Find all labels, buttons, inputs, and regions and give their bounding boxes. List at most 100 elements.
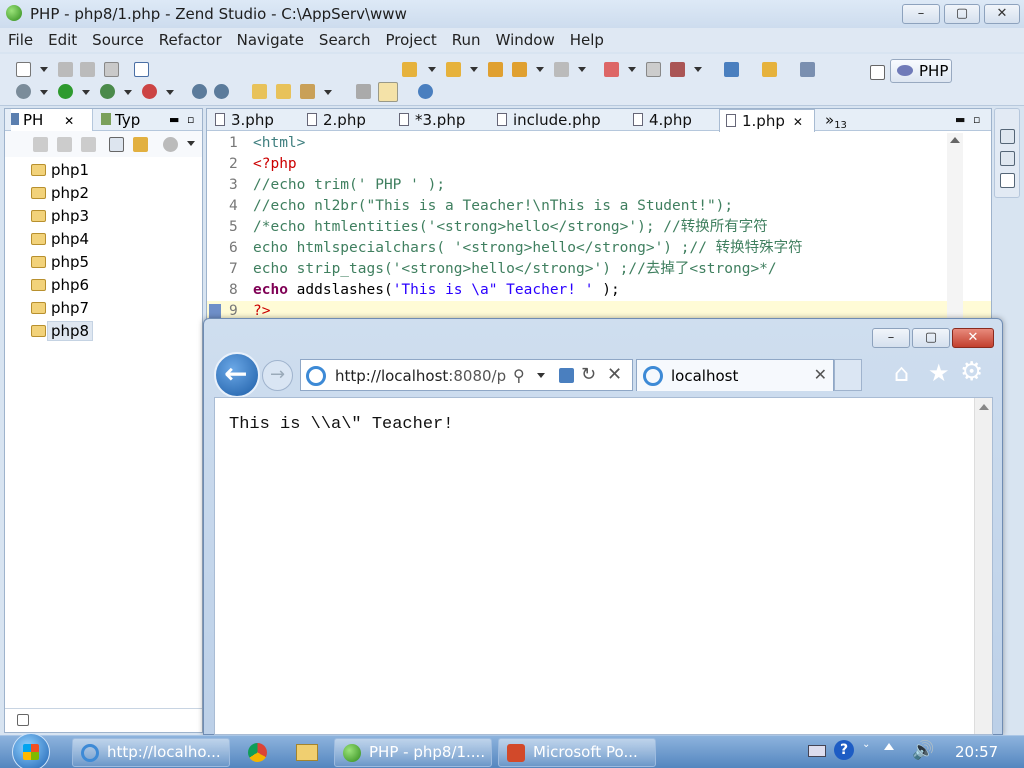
chevron-down-icon[interactable]: [694, 67, 702, 73]
keyboard-icon[interactable]: [808, 745, 826, 757]
menu-source[interactable]: Source: [84, 28, 151, 49]
chevron-down-icon[interactable]: [628, 67, 636, 73]
task-icon[interactable]: [646, 62, 661, 77]
next-annotation-icon[interactable]: [402, 62, 417, 77]
view-menu-icon[interactable]: [187, 141, 195, 147]
open-project-icon[interactable]: [276, 84, 291, 99]
profile-icon[interactable]: [100, 84, 115, 99]
address-bar[interactable]: http://localhost:8080/p ⚲ ↻ ✕: [300, 359, 633, 391]
prev-annotation-icon[interactable]: [446, 62, 461, 77]
link-editor-icon[interactable]: [133, 137, 148, 152]
tree-item[interactable]: php3: [27, 205, 202, 228]
tree-item[interactable]: php1: [27, 159, 202, 182]
last-edit-icon[interactable]: [488, 62, 503, 77]
menu-navigate[interactable]: Navigate: [229, 28, 311, 49]
up-icon[interactable]: [81, 137, 96, 152]
code-line[interactable]: 1 <html>: [207, 133, 991, 154]
debug-icon[interactable]: [16, 84, 31, 99]
panel-maximize-button[interactable]: ▫: [187, 109, 194, 131]
task-list-icon[interactable]: [1000, 151, 1015, 166]
taskbar-item-browser[interactable]: http://localho...: [72, 738, 230, 767]
new-file-icon[interactable]: [16, 62, 31, 77]
volume-icon[interactable]: 🔊: [912, 740, 934, 761]
refresh-icon[interactable]: ↻: [581, 364, 596, 385]
browser-close-button[interactable]: ✕: [952, 328, 994, 348]
fast-view-icon[interactable]: [17, 714, 29, 726]
start-button[interactable]: [12, 733, 50, 768]
back-icon[interactable]: [33, 137, 48, 152]
menu-help[interactable]: Help: [562, 28, 611, 49]
outline-view-icon[interactable]: [1000, 129, 1015, 144]
tree-item-selected[interactable]: php8: [27, 320, 202, 343]
new-php-file-icon[interactable]: [134, 62, 149, 77]
problems-view-icon[interactable]: [1000, 173, 1015, 188]
browser-minimize-button[interactable]: –: [872, 328, 910, 348]
stop-icon[interactable]: ✕: [607, 364, 622, 385]
highlight-icon[interactable]: [378, 82, 398, 102]
chevron-down-icon[interactable]: [82, 90, 90, 96]
editor-minimize-button[interactable]: ▬: [955, 109, 965, 131]
new-tab-button[interactable]: [834, 359, 862, 391]
code-line[interactable]: 6 echo htmlspecialchars( '<strong>hello</…: [207, 238, 991, 259]
scroll-up-icon[interactable]: [950, 137, 960, 143]
minimize-button[interactable]: –: [902, 4, 940, 24]
tree-item[interactable]: php7: [27, 297, 202, 320]
chevron-down-icon[interactable]: [537, 373, 545, 379]
editor-tab[interactable]: 2.php: [301, 109, 389, 131]
tab-type-hierarchy[interactable]: Typ: [101, 109, 140, 131]
tree-item[interactable]: php5: [27, 251, 202, 274]
open-folder-icon[interactable]: [252, 84, 267, 99]
tree-item[interactable]: php4: [27, 228, 202, 251]
globe-settings-icon[interactable]: [214, 84, 229, 99]
chevron-down-icon[interactable]: [324, 90, 332, 96]
chevron-down-icon[interactable]: [124, 90, 132, 96]
settings-gear-icon[interactable]: ⚙: [960, 357, 983, 387]
show-hidden-icons-icon[interactable]: [884, 743, 894, 750]
tab-php-explorer[interactable]: PH ✕: [11, 109, 93, 131]
code-line[interactable]: 8 echo addslashes('This is \a" Teacher! '…: [207, 280, 991, 301]
outline-icon[interactable]: [356, 84, 371, 99]
panel-minimize-button[interactable]: ▬: [169, 109, 179, 131]
address-url[interactable]: http://localhost:8080/p: [335, 367, 506, 385]
close-icon[interactable]: ✕: [793, 115, 803, 129]
wand-icon[interactable]: [300, 84, 315, 99]
php-perspective-button[interactable]: PHP: [890, 59, 952, 83]
collapse-all-icon[interactable]: [109, 137, 124, 152]
menu-refactor[interactable]: Refactor: [151, 28, 229, 49]
more-tabs-button[interactable]: »13: [821, 109, 861, 131]
editor-tab[interactable]: *3.php: [393, 109, 487, 131]
menu-window[interactable]: Window: [488, 28, 562, 49]
chevron-down-icon[interactable]: [536, 67, 544, 73]
menu-search[interactable]: Search: [311, 28, 378, 49]
tree-item[interactable]: php2: [27, 182, 202, 205]
forward-icon[interactable]: [554, 62, 569, 77]
forward-icon[interactable]: [57, 137, 72, 152]
sync-icon[interactable]: [724, 62, 739, 77]
editor-scrollbar[interactable]: [947, 133, 963, 323]
scroll-up-icon[interactable]: [979, 404, 989, 410]
globe-icon[interactable]: [192, 84, 207, 99]
editor-tab[interactable]: 3.php: [209, 109, 295, 131]
clock[interactable]: 20:57: [955, 743, 998, 761]
close-icon[interactable]: ✕: [64, 114, 74, 128]
back-button[interactable]: [214, 352, 260, 398]
pin-icon[interactable]: [604, 62, 619, 77]
chrome-icon[interactable]: [238, 738, 276, 767]
help-icon[interactable]: ?: [834, 740, 854, 760]
chevron-down-icon[interactable]: [470, 67, 478, 73]
taskbar-item-zend[interactable]: PHP - php8/1....: [334, 738, 492, 767]
menu-project[interactable]: Project: [377, 28, 443, 49]
save-icon[interactable]: [58, 62, 73, 77]
home-icon[interactable]: ⌂: [894, 359, 909, 387]
browser-icon[interactable]: [418, 84, 433, 99]
external-tools-icon[interactable]: [670, 62, 685, 77]
code-line[interactable]: 2 <?php: [207, 154, 991, 175]
close-button[interactable]: ✕: [984, 4, 1020, 24]
filter-icon[interactable]: [163, 137, 178, 152]
tree-item[interactable]: php6: [27, 274, 202, 297]
maximize-button[interactable]: ▢: [944, 4, 980, 24]
code-line[interactable]: 3 //echo trim(' PHP ' );: [207, 175, 991, 196]
taskbar-item-powerpoint[interactable]: Microsoft Po...: [498, 738, 656, 767]
menu-run[interactable]: Run: [444, 28, 488, 49]
print-icon[interactable]: [104, 62, 119, 77]
